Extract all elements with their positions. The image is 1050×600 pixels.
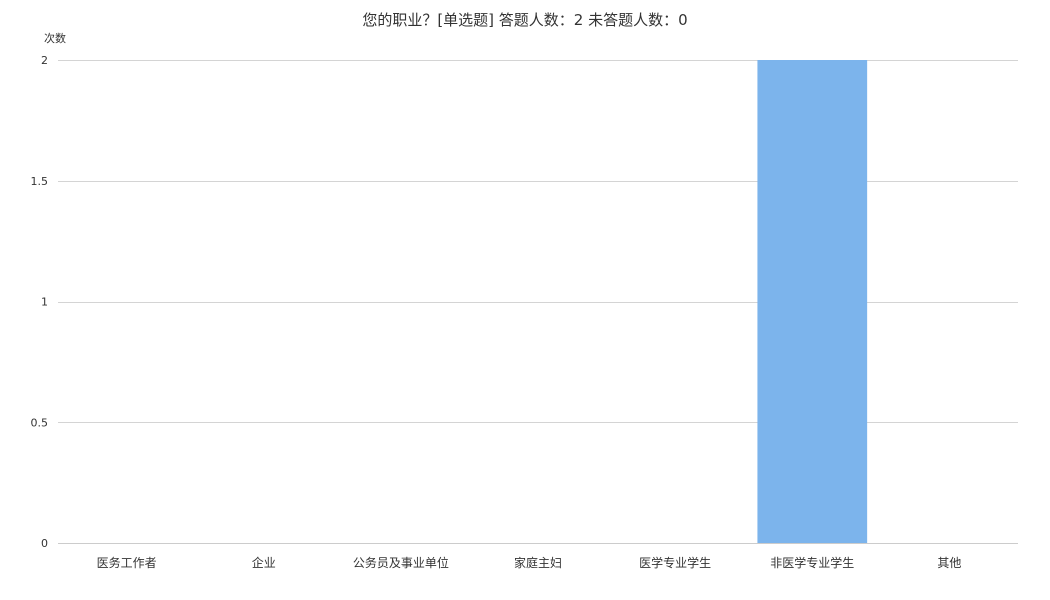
- y-tick-label: 0: [41, 537, 48, 550]
- y-tick-label: 1.5: [31, 175, 49, 188]
- bar[interactable]: [757, 60, 868, 543]
- bar-chart: 0 0.5 1 1.5 2 医务工作者 企业 公务员及事业单位 家庭主妇 医学专业学生 非医学专业…: [31, 54, 1018, 570]
- category-label: 非医学专业学生: [770, 555, 854, 570]
- category-label: 企业: [252, 555, 276, 570]
- category-label: 公务员及事业单位: [353, 555, 449, 570]
- gridlines: [58, 60, 1018, 544]
- category-label: 医务工作者: [97, 555, 157, 570]
- category-labels: 医务工作者 企业 公务员及事业单位 家庭主妇 医学专业学生 非医学专业学生 其他: [97, 555, 962, 570]
- category-label: 医学专业学生: [639, 555, 711, 570]
- y-tick-label: 2: [41, 54, 48, 67]
- y-tick-label: 0.5: [31, 416, 49, 429]
- category-label: 家庭主妇: [514, 555, 562, 570]
- y-tick-labels: 0 0.5 1 1.5 2: [31, 54, 49, 550]
- category-label: 其他: [937, 556, 961, 570]
- bars: [757, 60, 868, 543]
- y-tick-label: 1: [41, 296, 48, 309]
